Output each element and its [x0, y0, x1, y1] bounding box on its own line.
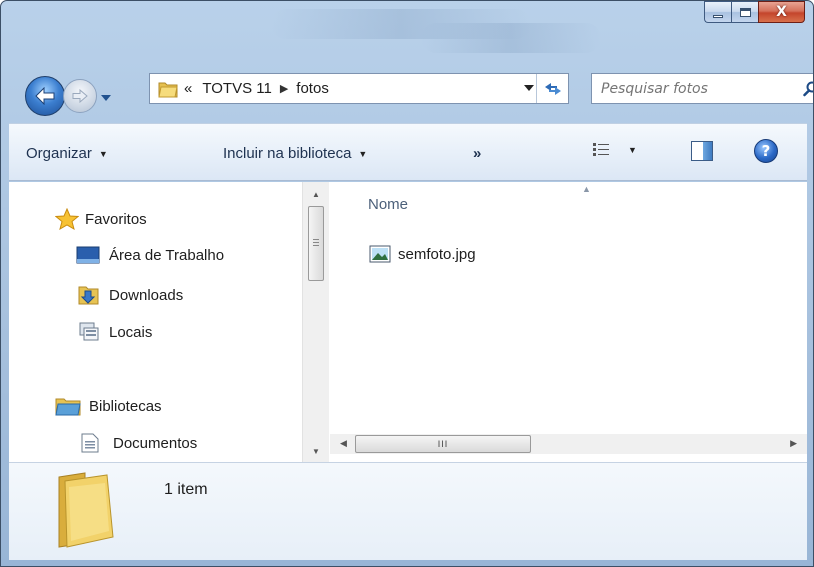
- item-count: 1 item: [164, 481, 208, 498]
- libraries-icon: [55, 398, 81, 416]
- grip-line: [313, 239, 319, 240]
- nav-item-downloads[interactable]: Downloads: [78, 285, 183, 305]
- nav-item-label: Área de Trabalho: [109, 246, 225, 264]
- nav-item-label: Locais: [109, 323, 153, 341]
- maximize-icon: [739, 7, 751, 17]
- content-area: Favoritos Área de Trabalho Downloads Loc…: [9, 182, 807, 462]
- title-glass-2: [421, 23, 601, 53]
- breadcrumb-prefix[interactable]: «: [184, 80, 192, 97]
- include-in-library-menu[interactable]: Incluir na biblioteca ▼: [223, 145, 367, 162]
- nav-item-bibliotecas[interactable]: Bibliotecas: [55, 396, 162, 416]
- scroll-left-icon[interactable]: ◀: [340, 438, 347, 449]
- folder-icon: [58, 472, 114, 548]
- forward-button[interactable]: [63, 79, 97, 113]
- search-icon[interactable]: [803, 81, 814, 97]
- scroll-down-icon[interactable]: ▼: [312, 447, 320, 456]
- grip-line: [313, 245, 319, 246]
- back-button[interactable]: [25, 76, 65, 116]
- maximize-button[interactable]: [731, 1, 758, 23]
- desktop-icon: [76, 246, 100, 264]
- recent-pages-dropdown[interactable]: [101, 89, 111, 107]
- chevron-down-icon[interactable]: ▼: [628, 145, 637, 155]
- more-commands-button[interactable]: »: [473, 145, 481, 162]
- help-icon[interactable]: ?: [754, 139, 778, 163]
- details-view-icon: [593, 143, 609, 156]
- column-header-nome[interactable]: Nome: [368, 196, 408, 213]
- chevron-down-icon: [101, 95, 111, 101]
- sort-ascending-icon: ▲: [582, 184, 591, 194]
- address-bar[interactable]: « TOTVS 11 ▶ fotos: [149, 73, 569, 104]
- close-button[interactable]: X: [758, 1, 805, 23]
- navigation-pane: Favoritos Área de Trabalho Downloads Loc…: [9, 182, 302, 462]
- preview-pane-icon[interactable]: [691, 141, 713, 161]
- search-input[interactable]: [601, 80, 791, 97]
- arrow-left-icon: [35, 87, 55, 105]
- navigation-bar: « TOTVS 11 ▶ fotos: [25, 65, 814, 116]
- nav-item-locais[interactable]: Locais: [79, 322, 152, 342]
- downloads-folder-icon: [78, 286, 99, 305]
- scrollbar-thumb[interactable]: III: [355, 435, 531, 453]
- organize-menu[interactable]: Organizar ▼: [26, 145, 108, 162]
- command-bar: Organizar ▼ Incluir na biblioteca ▼ » ▼ …: [9, 123, 807, 181]
- arrow-right-icon: [72, 89, 88, 103]
- star-icon: [55, 208, 79, 230]
- search-box[interactable]: [591, 73, 814, 104]
- nav-item-favoritos[interactable]: Favoritos: [55, 208, 147, 230]
- scroll-up-icon[interactable]: ▲: [312, 190, 320, 199]
- breadcrumb-totvs[interactable]: TOTVS 11: [202, 80, 271, 97]
- close-icon: X: [776, 4, 787, 20]
- nav-item-label: Bibliotecas: [89, 397, 162, 415]
- file-list-horizontal-scrollbar[interactable]: ◀ III ▶: [330, 434, 807, 454]
- file-item[interactable]: semfoto.jpg: [369, 245, 476, 263]
- navigation-pane-scrollbar[interactable]: ▲ ▼: [302, 182, 329, 462]
- file-list-pane: ▲ Nome semfoto.jpg ◀ III ▶: [330, 182, 807, 462]
- breadcrumb-separator-icon[interactable]: ▶: [280, 82, 288, 95]
- refresh-icon: [544, 82, 561, 95]
- file-name: semfoto.jpg: [398, 245, 476, 263]
- minimize-icon: [713, 14, 723, 18]
- grip-line: [313, 242, 319, 243]
- recent-places-icon: [79, 322, 99, 341]
- more-commands-label: »: [473, 145, 482, 162]
- explorer-window: X « TOTVS 11 ▶ fotos Pesquisar fotos Org…: [0, 0, 814, 567]
- nav-item-label: Documentos: [113, 434, 198, 452]
- scroll-right-icon[interactable]: ▶: [790, 438, 797, 449]
- chevron-down-icon: ▼: [98, 148, 108, 159]
- nav-item-label: Favoritos: [85, 210, 147, 228]
- caption-buttons: X: [704, 1, 805, 23]
- chevron-down-icon: ▼: [358, 148, 368, 159]
- nav-item-documentos[interactable]: Documentos: [81, 433, 197, 453]
- breadcrumb-fotos[interactable]: fotos: [296, 80, 329, 97]
- refresh-button[interactable]: [536, 74, 568, 103]
- nav-item-area-de-trabalho[interactable]: Área de Trabalho: [76, 246, 224, 264]
- change-view-button[interactable]: ▼: [592, 142, 637, 158]
- include-in-library-label: Incluir na biblioteca: [223, 145, 352, 162]
- organize-label: Organizar: [26, 145, 92, 162]
- folder-icon: [158, 82, 178, 97]
- address-dropdown-icon[interactable]: [524, 85, 534, 92]
- scrollbar-thumb[interactable]: [308, 206, 324, 281]
- image-file-icon: [369, 245, 391, 263]
- minimize-button[interactable]: [704, 1, 731, 23]
- details-pane: 1 item: [9, 462, 807, 560]
- document-icon: [81, 433, 99, 453]
- nav-item-label: Downloads: [109, 286, 184, 304]
